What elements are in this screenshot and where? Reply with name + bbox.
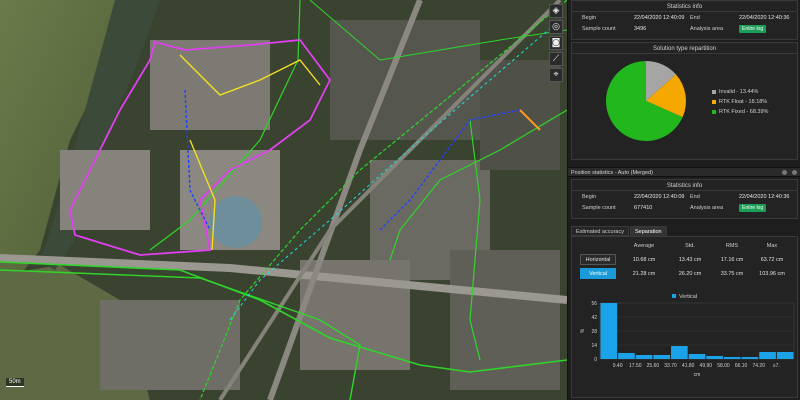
analysis-area-label: Analysis area [690, 26, 724, 32]
settings-icon[interactable] [782, 170, 787, 175]
sample-count-label: Sample count [582, 26, 616, 32]
analysis-area-tag[interactable]: Entire log [739, 204, 767, 212]
col-std: Std. [685, 243, 695, 249]
x-tick-label: 74.20 [752, 363, 765, 369]
vertical-average: 21.28 cm [632, 271, 656, 277]
begin-value: 22/04/2020 12:40:09 [634, 15, 685, 21]
position-statistics-title: Position statistics - Auto (Merged) [571, 170, 653, 176]
satellite-map [0, 0, 567, 400]
map-view[interactable]: ◈ ◎ ◙ ⟋ ⌖ 50m [0, 0, 567, 400]
horizontal-average: 10.68 cm [632, 257, 656, 263]
col-average: Average [633, 243, 655, 249]
begin-label: Begin [582, 15, 597, 21]
row-horizontal-button[interactable]: Horizontal [580, 254, 616, 265]
begin-label: Begin [582, 194, 597, 200]
histogram-bar [671, 346, 688, 359]
x-tick-label: 66.10 [735, 363, 748, 369]
map-toolbar: ◈ ◎ ◙ ⟋ ⌖ [549, 4, 563, 84]
x-tick-label: 17.50 [629, 363, 642, 369]
row-vertical-button[interactable]: Vertical [580, 268, 616, 279]
y-axis-label: % [580, 328, 586, 333]
legend-label: RTK Float - 18.18% [719, 99, 768, 105]
legend-swatch [712, 99, 716, 104]
close-icon[interactable] [792, 170, 797, 175]
tab-content: Average Std. RMS Max Horizontal 10.68 cm… [571, 236, 798, 398]
sample-count-value: 677410 [634, 205, 653, 211]
histogram-bar [776, 352, 794, 359]
bottom-statistics-card: Statistics info Begin 22/04/2020 12:40:0… [571, 179, 798, 219]
col-rms: RMS [725, 243, 739, 249]
x-tick-label: 41.80 [682, 363, 695, 369]
histogram-bar [723, 357, 741, 359]
histogram-bar [706, 356, 723, 359]
vertical-max: 103.96 cm [759, 271, 785, 277]
legend-item: RTK Fixed - 68.39% [712, 109, 768, 115]
histogram-bar [759, 352, 776, 359]
map-scale-label: 50m [6, 378, 24, 387]
y-tick-label: 14 [591, 343, 597, 349]
y-tick-label: 0 [594, 357, 597, 363]
end-label: End [690, 194, 700, 200]
histogram-bar [635, 355, 653, 359]
sample-count-value: 3496 [634, 26, 647, 32]
histogram-bar [618, 353, 635, 359]
statistics-panel: Statistics info Begin 22/04/2020 12:40:0… [567, 0, 800, 400]
statistics-tabs: Estimated accuracy Separation [571, 226, 668, 236]
layers-icon[interactable]: ◈ [549, 4, 563, 18]
x-tick-label: 58.00 [717, 363, 730, 369]
histogram-bar [741, 357, 759, 359]
end-label: End [690, 15, 700, 21]
y-tick-label: 28 [591, 329, 597, 335]
tab-estimated-accuracy[interactable]: Estimated accuracy [571, 226, 629, 236]
histogram-bar [688, 354, 706, 359]
marker-icon[interactable]: ⌖ [549, 68, 563, 82]
y-tick-label: 56 [591, 301, 597, 307]
legend-label: Invalid - 13.44% [719, 89, 759, 95]
locate-icon[interactable]: ◎ [549, 20, 563, 34]
begin-value: 22/04/2020 12:40:09 [634, 194, 685, 200]
histogram-bar [600, 303, 618, 359]
horizontal-std: 13.43 cm [678, 257, 702, 263]
histogram-legend-swatch [672, 294, 676, 298]
legend-swatch [712, 89, 716, 94]
x-tick-label: 25.60 [647, 363, 660, 369]
x-axis-label: cm [694, 372, 701, 378]
vertical-std: 26.20 cm [678, 271, 702, 277]
solution-type-title: Solution type repartition [572, 43, 797, 54]
horizontal-rms: 17.16 cm [720, 257, 744, 263]
col-max: Max [766, 243, 778, 249]
end-value: 22/04/2020 12:40:36 [739, 15, 790, 21]
vertical-rms: 33.75 cm [720, 271, 744, 277]
histogram-bar [653, 355, 671, 359]
histogram-legend-label: Vertical [679, 294, 697, 300]
solution-type-card: Solution type repartition Invalid - 13.4… [571, 42, 798, 160]
top-statistics-card: Statistics info Begin 22/04/2020 12:40:0… [571, 0, 798, 40]
horizontal-max: 63.72 cm [760, 257, 784, 263]
top-statistics-title: Statistics info [572, 1, 797, 12]
legend-label: RTK Fixed - 68.39% [719, 109, 769, 115]
x-tick-label: 9.40 [613, 363, 623, 369]
legend-swatch [712, 109, 716, 114]
tab-separation[interactable]: Separation [630, 226, 667, 236]
ruler-icon[interactable]: ⟋ [549, 52, 563, 66]
end-value: 22/04/2020 12:40:36 [739, 194, 790, 200]
analysis-area-tag[interactable]: Entire log [739, 25, 767, 33]
legend-item: RTK Float - 18.18% [712, 99, 767, 105]
sample-count-label: Sample count [582, 205, 616, 211]
bottom-statistics-title: Statistics info [572, 180, 797, 191]
legend-item: Invalid - 13.44% [712, 89, 758, 95]
x-tick-label: 49.90 [700, 363, 713, 369]
position-statistics-header: Position statistics - Auto (Merged) [568, 167, 800, 177]
solution-pie-chart [606, 61, 686, 141]
analysis-area-label: Analysis area [690, 205, 724, 211]
camera-icon[interactable]: ◙ [549, 36, 563, 50]
vertical-histogram: Vertical 56 42 28 14 0% 9.40 17.50 25.60 33.70 41.… [580, 294, 795, 378]
y-tick-label: 42 [591, 315, 597, 321]
x-tick-label: ≥7. [773, 363, 780, 369]
x-tick-label: 33.70 [664, 363, 677, 369]
